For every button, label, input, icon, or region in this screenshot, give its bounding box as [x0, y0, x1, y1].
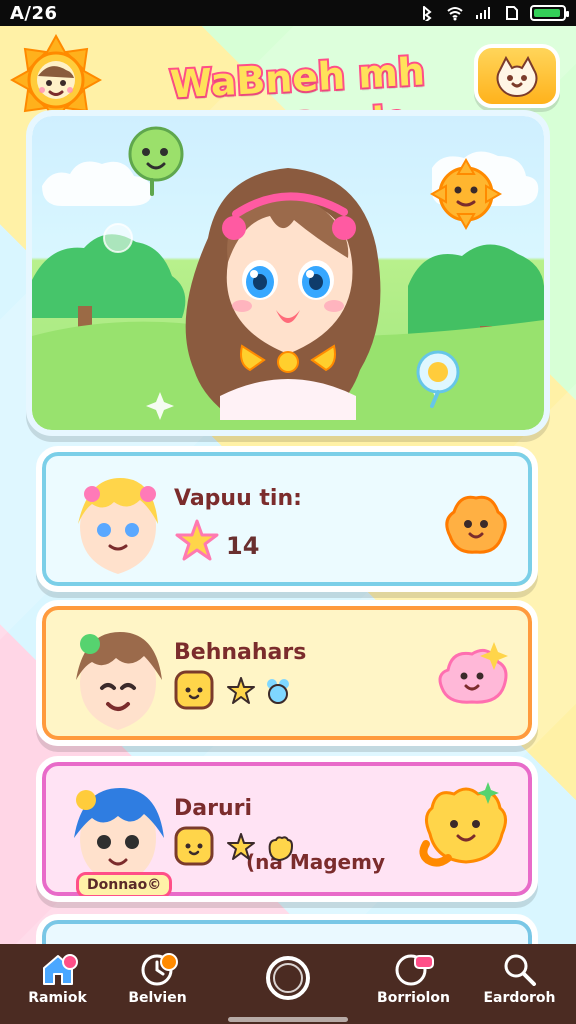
list-item[interactable]: Behnahars: [36, 600, 538, 746]
cat-face-icon: [496, 55, 538, 98]
nav-label: Ramiok: [28, 990, 87, 1006]
ring-icon: [266, 956, 310, 1000]
list-item-title: Vapuu tin:: [174, 486, 302, 511]
orange-blob-character-icon: [445, 495, 507, 554]
status-badge: Donnao©: [76, 872, 173, 896]
nav-item-search[interactable]: Eardoroh: [462, 952, 576, 1022]
status-time: A/26: [10, 3, 58, 24]
home-icon: [42, 954, 78, 985]
list-item-title: Behnahars: [174, 640, 307, 665]
nav-label: Belvien: [128, 990, 187, 1006]
nav-item-center[interactable]: [230, 952, 346, 1022]
pink-cloud-character-icon: [438, 642, 508, 704]
hero-card[interactable]: [26, 110, 550, 436]
hand-icon: [268, 836, 294, 862]
camera-icon: [395, 954, 434, 986]
bluetooth-icon: [423, 6, 432, 21]
star-icon: [227, 677, 255, 704]
list-item[interactable]: Donnao© Daruri (na Magemy: [36, 756, 538, 902]
profile-button[interactable]: [474, 44, 560, 108]
app-title: WaBneh mh: [167, 47, 428, 108]
yellow-cat-character-icon: [419, 782, 507, 867]
star-icon: [227, 833, 255, 860]
clock-icon: [141, 953, 178, 986]
search-icon: [504, 954, 536, 986]
battery-icon: [530, 5, 569, 21]
status-bar: A/26: [0, 0, 576, 26]
bottom-navigation: Ramiok Belvien Borriolon Eardoroh: [0, 944, 576, 1024]
nav-item-4[interactable]: Borriolon: [356, 952, 471, 1022]
star-icon: [175, 519, 219, 561]
character-avatar-icon: [78, 478, 158, 574]
list-item-title: Daruri: [174, 796, 253, 821]
home-indicator: [228, 1017, 348, 1022]
wifi-icon: [447, 7, 463, 21]
cat-badge-icon: [174, 670, 214, 710]
list-item-count: 14: [226, 532, 260, 560]
badge-row: [174, 826, 314, 866]
badge-row: [174, 670, 314, 710]
nav-item-2[interactable]: Belvien: [100, 952, 215, 1022]
paw-icon: [267, 679, 289, 704]
hero-scene: [32, 116, 544, 430]
nav-item-home[interactable]: Ramiok: [0, 952, 115, 1022]
nav-label: Borriolon: [377, 990, 450, 1006]
list-item[interactable]: Vapuu tin: 14: [36, 446, 538, 592]
character-avatar-icon: [76, 632, 162, 730]
sim-icon: [506, 6, 518, 20]
signal-icon: [476, 7, 490, 19]
girl-character-icon: [32, 126, 544, 430]
status-icons: [418, 3, 569, 23]
nav-label: Eardoroh: [483, 990, 556, 1006]
cat-badge-icon: [174, 826, 214, 866]
